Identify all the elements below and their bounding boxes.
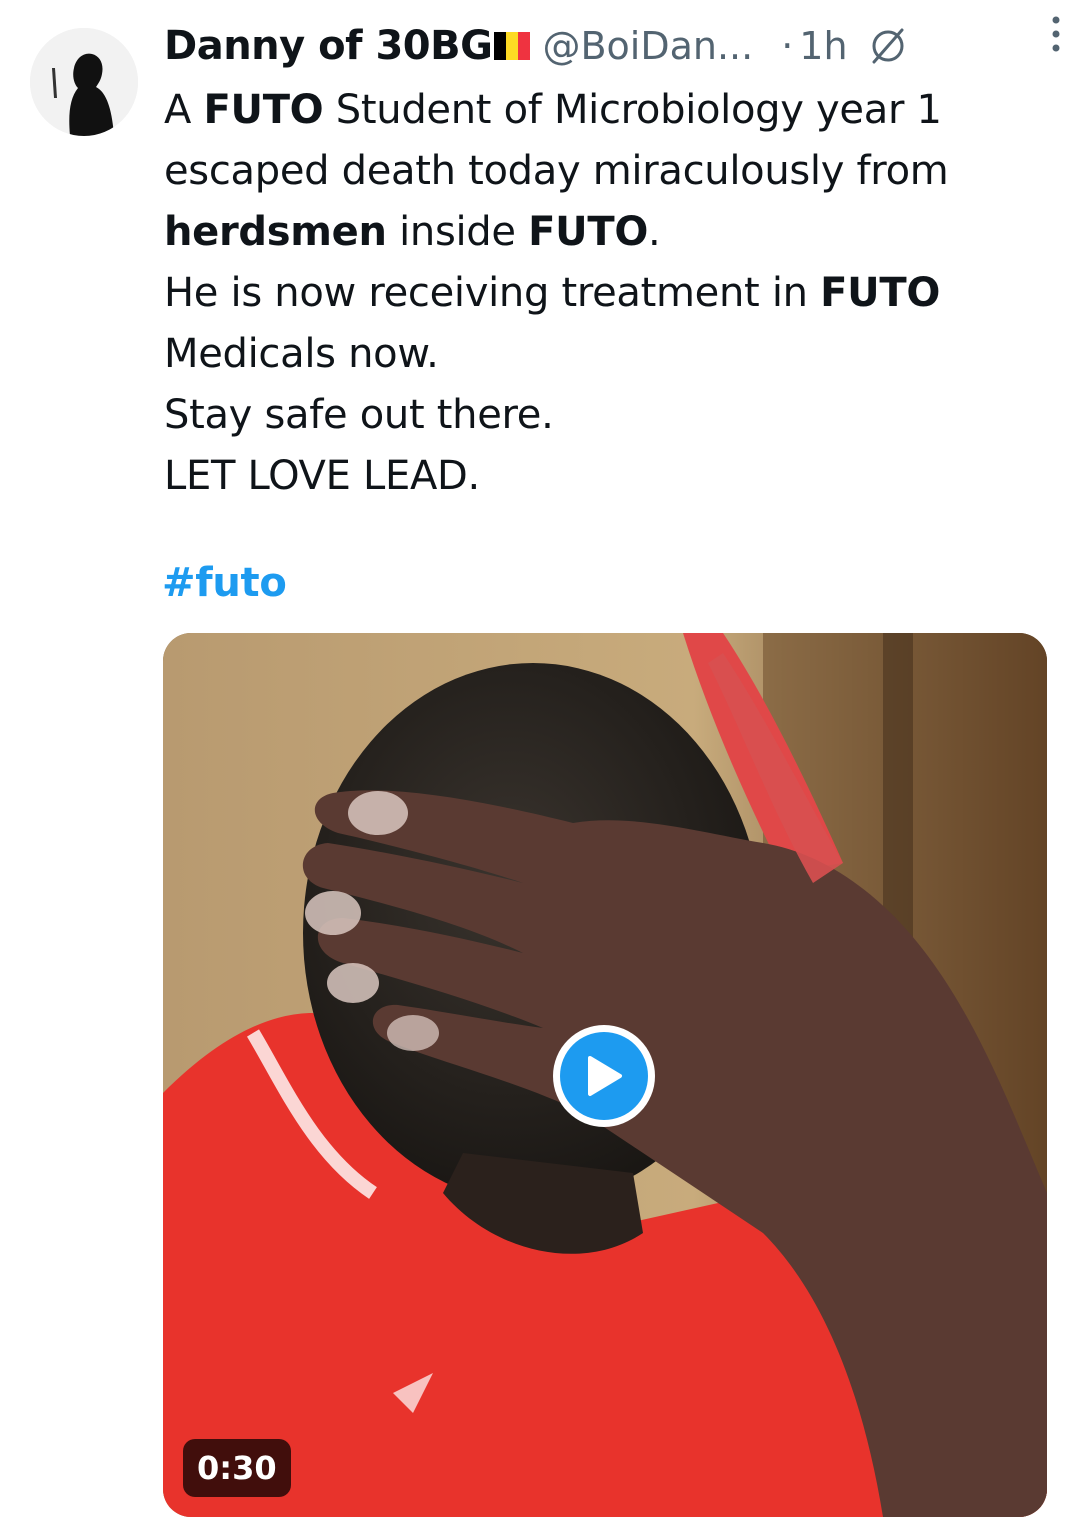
tweet-text-segment: Stay safe out there. — [164, 392, 554, 438]
tweet-text-line: He is now receiving treatment in FUTO — [164, 263, 1044, 324]
video-duration-badge: 0:30 — [183, 1439, 291, 1497]
tweet-text-line: A FUTO Student of Microbiology year 1 — [164, 80, 1044, 141]
tweet-text-segment: . — [648, 209, 661, 255]
tweet-text-segment: LET LOVE LEAD. — [164, 453, 480, 499]
more-vertical-icon[interactable] — [1050, 14, 1062, 54]
avatar[interactable] — [30, 28, 138, 136]
tweet-text-segment: inside — [386, 209, 529, 255]
tweet-text-bold: FUTO — [203, 87, 324, 133]
flag-stripe-red — [518, 32, 531, 60]
tweet-text-line: Medicals now. — [164, 324, 1044, 385]
tweet-text-line: LET LOVE LEAD. — [164, 446, 1044, 507]
time-separator: · — [781, 24, 794, 68]
avatar-silhouette — [30, 28, 138, 136]
hashtag-link[interactable]: #futo — [162, 560, 287, 606]
tweet-text-line: escaped death today miraculously from — [164, 141, 1044, 202]
grok-icon[interactable] — [868, 26, 908, 66]
timestamp[interactable]: 1h — [799, 24, 847, 68]
play-icon — [588, 1056, 622, 1096]
display-name[interactable]: Danny of 30BG — [164, 23, 493, 69]
tweet-text-bold: FUTO — [528, 209, 649, 255]
tweet-text-line: Stay safe out there. — [164, 385, 1044, 446]
flag-stripe-yellow — [506, 32, 519, 60]
play-button-inner — [560, 1032, 648, 1120]
video-player[interactable]: 0:30 — [163, 633, 1047, 1517]
tweet-text-bold: herdsmen — [164, 209, 387, 255]
user-handle[interactable]: @BoiDan... — [542, 24, 753, 68]
tweet-text-segment: He is now receiving treatment in — [164, 270, 821, 316]
flag-stripe-black — [494, 32, 507, 60]
tweet-text-segment: Student of Microbiology year 1 — [323, 87, 942, 133]
tweet-text: A FUTO Student of Microbiology year 1 esc… — [164, 80, 1044, 507]
play-button[interactable] — [553, 1025, 655, 1127]
tweet-text-segment: Medicals now. — [164, 331, 439, 377]
tweet-text-line: herdsmen inside FUTO. — [164, 202, 1044, 263]
tweet-text-bold: FUTO — [820, 270, 941, 316]
tweet-text-segment: A — [164, 87, 204, 133]
tweet-text-segment: escaped death today miraculously from — [164, 148, 949, 194]
belgium-flag-icon — [494, 32, 531, 60]
tweet-header: Danny of 30BG @BoiDan... · 1h — [164, 16, 1054, 76]
